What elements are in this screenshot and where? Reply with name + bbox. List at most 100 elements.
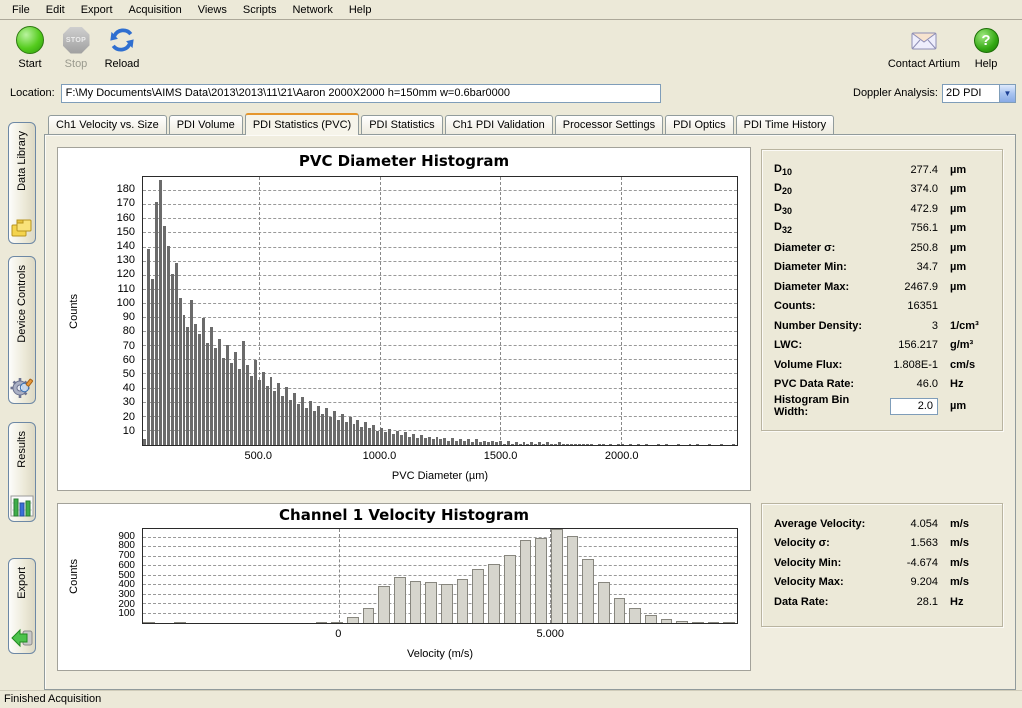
velocity-stats-panel: Average Velocity:4.054m/sVelocity σ:1.56…	[761, 503, 1003, 627]
menu-item-scripts[interactable]: Scripts	[235, 1, 285, 19]
menu-item-acquisition[interactable]: Acquisition	[121, 1, 190, 19]
histogram-bars	[143, 177, 737, 445]
reload-button[interactable]: Reload	[102, 24, 142, 70]
histogram-bar	[567, 536, 579, 623]
tab-pdi-volume[interactable]: PDI Volume	[169, 115, 243, 134]
tick-label: 800	[87, 541, 135, 551]
stat-unit: µm	[944, 164, 990, 176]
histogram-bar	[400, 435, 403, 445]
histogram-bar	[459, 439, 462, 445]
histogram-bar	[171, 274, 174, 445]
stat-unit: m/s	[944, 576, 990, 588]
main-content: Ch1 Velocity vs. SizePDI VolumePDI Stati…	[44, 112, 1016, 690]
histogram-bar	[147, 249, 150, 445]
histogram-bar	[720, 444, 723, 445]
histogram-bar	[341, 414, 344, 445]
histogram-bar	[598, 444, 601, 445]
stat-label: PVC Data Rate:	[774, 378, 882, 390]
tick-label: 180	[87, 184, 135, 195]
histogram-bar	[708, 622, 720, 623]
histogram-bin-width-input[interactable]	[890, 398, 938, 415]
histogram-bars	[143, 529, 737, 623]
tab-pdi-statistics-pvc[interactable]: PDI Statistics (PVC)	[245, 113, 359, 135]
sidebar-item-data-library[interactable]: Data Library	[8, 122, 36, 244]
histogram-bar	[364, 422, 367, 445]
menu-item-network[interactable]: Network	[284, 1, 340, 19]
menu-item-file[interactable]: File	[4, 1, 38, 19]
stat-label: Velocity Max:	[774, 576, 882, 588]
tab-ch1-pdi-validation[interactable]: Ch1 PDI Validation	[445, 115, 553, 134]
histogram-bar	[723, 622, 735, 623]
tick-label: 5.000	[536, 628, 564, 640]
tab-pdi-statistics[interactable]: PDI Statistics	[361, 115, 442, 134]
menu-item-edit[interactable]: Edit	[38, 1, 73, 19]
histogram-bar	[410, 581, 422, 623]
stat-row: Average Velocity:4.054m/s	[774, 514, 990, 534]
histogram-bar	[222, 358, 225, 445]
doppler-analysis-select[interactable]: 2D PDI ▼	[942, 84, 1016, 103]
contact-artium-button[interactable]: Contact Artium	[888, 24, 960, 70]
menu-item-help[interactable]: Help	[341, 1, 380, 19]
histogram-bar	[526, 444, 529, 445]
stat-row: Diameter Max:2467.9µm	[774, 277, 990, 297]
histogram-bar	[574, 444, 577, 445]
histogram-bar	[451, 438, 454, 445]
location-input[interactable]: F:\My Documents\AIMS Data\2013\2013\11\2…	[61, 84, 661, 103]
tick-label: 200	[87, 600, 135, 610]
stat-unit: µm	[944, 222, 990, 234]
stat-label: Volume Flux:	[774, 359, 882, 371]
histogram-bar	[270, 377, 273, 445]
histogram-bar	[143, 439, 146, 445]
histogram-bar	[507, 441, 510, 445]
histogram-bar	[190, 300, 193, 445]
tick-label: 10	[87, 426, 135, 437]
histogram-bar	[151, 279, 154, 445]
stat-unit: Hz	[944, 378, 990, 390]
gear-search-icon	[10, 375, 34, 399]
status-text: Finished Acquisition	[4, 693, 101, 705]
histogram-bar	[230, 363, 233, 445]
histogram-bin-width-row: Histogram Bin Width: µm	[774, 394, 990, 414]
location-bar: Location: F:\My Documents\AIMS Data\2013…	[0, 80, 1022, 106]
help-button[interactable]: ? Help	[966, 24, 1006, 70]
tick-label: 500.0	[245, 450, 273, 462]
histogram-bar	[218, 339, 221, 445]
tick-label: 400	[87, 580, 135, 590]
tab-pdi-time-history[interactable]: PDI Time History	[736, 115, 835, 134]
reload-button-label: Reload	[105, 58, 140, 70]
histogram-bar	[542, 444, 545, 445]
sidebar-item-results[interactable]: Results	[8, 422, 36, 522]
stat-label: D30	[774, 202, 882, 216]
tab-processor-settings[interactable]: Processor Settings	[555, 115, 663, 134]
stat-row: LWC:156.217g/m³	[774, 336, 990, 356]
sidebar-item-label: Results	[16, 431, 28, 468]
sidebar-item-export[interactable]: Export	[8, 558, 36, 654]
tab-pdi-optics[interactable]: PDI Optics	[665, 115, 734, 134]
histogram-bar	[439, 439, 442, 445]
export-arrow-icon	[10, 627, 34, 649]
histogram-bar	[550, 444, 553, 445]
tick-label: 60	[87, 355, 135, 366]
chevron-down-icon[interactable]: ▼	[999, 85, 1015, 102]
stat-value: 472.9	[882, 203, 944, 215]
histogram-bar	[483, 441, 486, 445]
histogram-bar	[392, 434, 395, 445]
tick-label: 300	[87, 590, 135, 600]
histogram-bar	[645, 615, 657, 623]
start-button[interactable]: Start	[10, 24, 50, 70]
histogram-bar	[692, 622, 704, 623]
sidebar-item-device-controls[interactable]: Device Controls	[8, 256, 36, 404]
menu-item-export[interactable]: Export	[73, 1, 121, 19]
histogram-bar	[472, 569, 484, 623]
histogram-bar	[443, 438, 446, 445]
histogram-bar	[404, 432, 407, 445]
histogram-bar	[394, 577, 406, 623]
stop-button-label: Stop	[65, 58, 88, 70]
histogram-bar	[645, 444, 648, 445]
histogram-bar	[551, 529, 563, 623]
stat-value: 374.0	[882, 183, 944, 195]
tab-ch1-velocity-vs-size[interactable]: Ch1 Velocity vs. Size	[48, 115, 167, 134]
histogram-bar	[488, 564, 500, 623]
histogram-bar	[353, 424, 356, 445]
menu-item-views[interactable]: Views	[190, 1, 235, 19]
